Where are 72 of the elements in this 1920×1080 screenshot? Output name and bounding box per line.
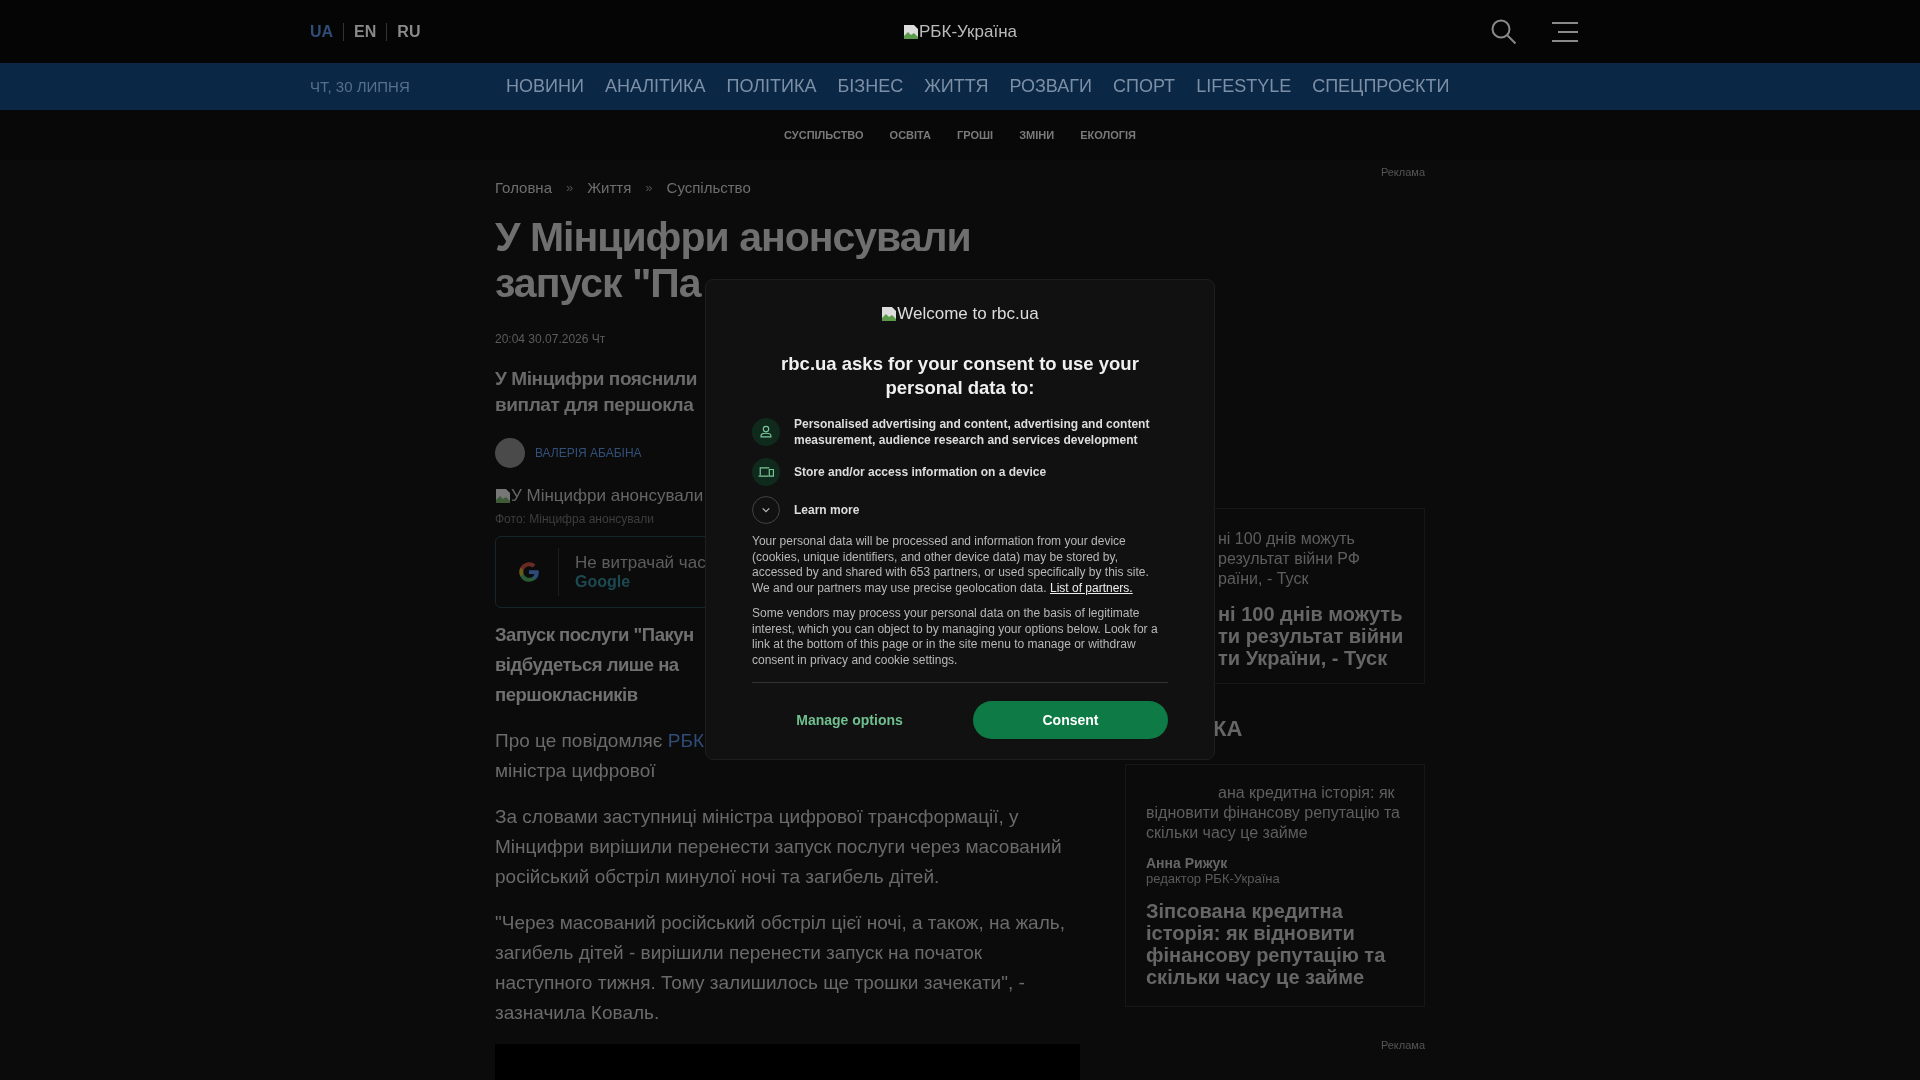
opinion-card-text: ана кредитна історія: як — [1217, 783, 1396, 803]
broken-image-icon — [903, 23, 919, 40]
paragraph-text: "Через масований російський обстріл цієї ночі, а також, на жаль, загибель дітей - вирішили перенести запуск на початок наступного тижня. Тому залишилось ще трошки зачекати", - зазначила Коваль. — [495, 911, 1066, 1025]
subnav-link[interactable]: СУСПІЛЬСТВО — [784, 129, 864, 141]
article-title: У Мінцифри анонсували — [495, 214, 971, 260]
purpose-text: Store and/or access information on a device — [794, 464, 1047, 480]
news-card-title: ти України, - Туск — [1218, 647, 1389, 669]
paragraph-text: Запуск послуги "Пакун — [495, 623, 694, 647]
broken-image-icon — [495, 488, 511, 504]
subnav-link[interactable]: ГРОШІ — [957, 129, 994, 141]
breadcrumb-link[interactable]: Суспільство — [666, 179, 751, 196]
ad-label: Реклама — [1380, 166, 1425, 178]
nav-link[interactable]: ПОЛІТИКА — [726, 76, 817, 97]
author-link[interactable]: ВАЛЕРІЯ АБАБІНА — [535, 446, 642, 460]
nav-link[interactable]: АНАЛІТИКА — [604, 76, 706, 97]
nav-link[interactable]: НОВИНИ — [506, 76, 584, 97]
news-card-text: результат війни РФ — [1218, 549, 1361, 569]
learn-more-link[interactable]: Learn more — [794, 502, 860, 518]
news-card-title: ти результат війни — [1218, 625, 1404, 647]
nav-link[interactable]: СПОРТ — [1113, 76, 1176, 97]
author-name: Анна Рижук — [1146, 855, 1229, 871]
breadcrumb-link[interactable]: Життя — [587, 179, 632, 196]
date-label: ЧТ, 30 ЛИПНЯ — [310, 78, 411, 95]
breadcrumb-separator: » — [645, 180, 653, 195]
author-role: редактор РБК-Україна — [1146, 871, 1281, 886]
broken-image-icon — [881, 306, 898, 322]
nav-link[interactable]: LIFESTYLE — [1196, 76, 1292, 97]
breadcrumb-link[interactable]: Головна — [495, 179, 552, 196]
opinion-card[interactable]: ана кредитна історія: як відновити фінансову репутацію та скільки часу це займе Анна Рижук редактор РБК-Україна Зіпсована кредитна історія: як відновити фінансову репутацію та скільки часу це займе — [1125, 764, 1425, 1007]
language-link[interactable]: UA — [310, 22, 344, 41]
opinion-card-text: скільки часу це займе — [1146, 823, 1309, 843]
paragraph-text: За словами заступниці міністра цифрової трансформації, у Мінцифри вирішили перенести запуск послуги через масований російський обстріл минулої ночі та загибель дітей. — [495, 805, 1063, 889]
paragraph-text: міністра цифрової — [495, 759, 656, 783]
opinion-card-title: Зіпсована кредитна історія: як відновити фінансову репутацію та скільки часу це займе — [1146, 900, 1387, 988]
google-icon — [516, 559, 542, 585]
person-icon — [752, 418, 780, 446]
menu-icon[interactable] — [1550, 20, 1580, 43]
logo-image[interactable]: РБК-Україна — [903, 21, 1017, 42]
article-lead: виплат для першокла — [495, 393, 694, 417]
google-card-text: Не витрачай час — [575, 553, 706, 573]
nav-link[interactable]: ЖИТТЯ — [924, 76, 989, 97]
purpose-text: Personalised advertising and content, advertising and content measurement, audience research and services development — [794, 416, 1151, 448]
article-title: запуск "Па — [495, 260, 701, 306]
news-card-title: ні 100 днів можуть — [1218, 603, 1404, 625]
language-link[interactable]: RU — [386, 22, 431, 41]
paragraph-text: Про це повідомляє РБК — [495, 729, 705, 753]
news-card-text: раїни, - Туск — [1218, 569, 1310, 589]
source-link[interactable]: РБК — [667, 730, 705, 751]
dialog-heading: rbc.ua asks for your consent to use your personal data to: — [780, 352, 1140, 400]
ad-label: Реклама — [1380, 1039, 1425, 1051]
logo-alt-text: Welcome to rbc.ua — [897, 304, 1039, 324]
nav-link[interactable]: БІЗНЕС — [837, 76, 904, 97]
google-card-brand: Google — [575, 573, 632, 591]
breadcrumb-separator: » — [566, 180, 574, 195]
paragraph-text: відбудеться лише на — [495, 653, 679, 677]
image-alt-text: У Мінцифри анонсували — [511, 486, 704, 506]
author-avatar — [495, 438, 525, 468]
news-card-text: ні 100 днів можуть — [1218, 529, 1356, 549]
subnav-link[interactable]: ОСВІТА — [889, 129, 932, 141]
subnav-link[interactable]: ЗМІНИ — [1019, 129, 1055, 141]
devices-icon — [752, 458, 780, 486]
opinion-card-text: відновити фінансову репутацію та — [1146, 803, 1401, 823]
manage-options-button[interactable]: Manage options — [752, 701, 947, 739]
subnav-link[interactable]: ЕКОЛОГІЯ — [1080, 129, 1136, 141]
nav-link[interactable]: РОЗВАГИ — [1009, 76, 1092, 97]
nav-link[interactable]: СПЕЦПРОЄКТИ — [1312, 76, 1450, 97]
publish-date: 20:04 30.07.2026 Чт — [495, 332, 607, 346]
consent-button[interactable]: Consent — [973, 701, 1168, 739]
search-icon[interactable] — [1490, 17, 1518, 46]
language-link[interactable]: EN — [343, 22, 387, 41]
article-lead: У Мінцифри пояснили — [495, 367, 698, 391]
paragraph-text: першокласників — [495, 683, 638, 707]
